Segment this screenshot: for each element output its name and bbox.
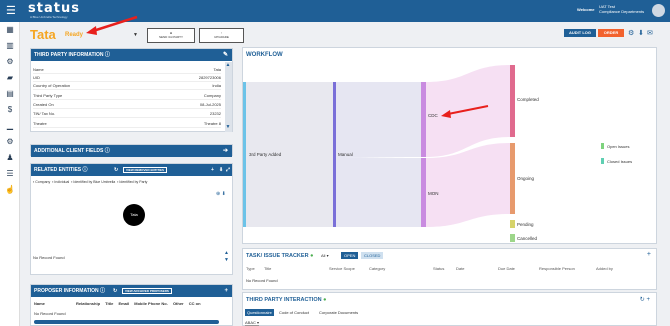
- flow-manual-cdc: [336, 82, 421, 158]
- scroll-down-icon[interactable]: ▼: [225, 125, 231, 130]
- additional-fields-header[interactable]: ADDITIONAL CLIENT FIELDS ⓘ ➔: [31, 145, 232, 157]
- info-row: TIN/ Tax No. 23232: [33, 111, 221, 118]
- column-header: Title: [264, 266, 272, 271]
- empty-message: No Record Found: [246, 278, 278, 283]
- scrollbar[interactable]: [225, 62, 232, 132]
- expand-icon[interactable]: ⤢: [226, 164, 230, 176]
- legend-open-issues-swatch: [601, 143, 604, 149]
- status-annotation-arrow: [92, 15, 138, 33]
- label-cancelled: Cancelled: [517, 236, 538, 241]
- scroll-up-icon[interactable]: ▲: [225, 63, 231, 68]
- workflow-panel: WORKFLOW 3rd Party Added Manual CDC MON …: [242, 47, 657, 244]
- chevron-down-icon[interactable]: ▼: [224, 257, 229, 263]
- add-task-icon[interactable]: +: [647, 251, 651, 258]
- label-completed: Completed: [517, 97, 539, 102]
- node-third-party-added[interactable]: [243, 82, 246, 227]
- tab-code-of-conduct[interactable]: Code of Conduct: [279, 309, 309, 316]
- add-icon[interactable]: +: [224, 285, 228, 297]
- column-header: Due Date: [498, 266, 515, 271]
- interaction-panel: THIRD PARTY INTERACTION ● ↻ + Questionna…: [242, 292, 657, 326]
- workflow-title: WORKFLOW: [246, 52, 283, 58]
- info-icon: ●: [323, 297, 327, 303]
- closed-tab[interactable]: CLOSED: [361, 252, 384, 259]
- column-header: Status: [433, 266, 445, 271]
- label-ongoing: Ongoing: [517, 176, 535, 181]
- zoom-icon[interactable]: ⊕ ⬇: [216, 191, 226, 197]
- expand-icon[interactable]: ➔: [223, 145, 228, 157]
- edit-icon[interactable]: ✎: [223, 49, 228, 61]
- status-arrowhead: [86, 26, 97, 35]
- node-cancelled[interactable]: [510, 234, 515, 242]
- add-icon[interactable]: +: [211, 164, 214, 176]
- additional-fields-panel[interactable]: ADDITIONAL CLIENT FIELDS ⓘ ➔: [30, 144, 233, 157]
- task-tracker-panel: TASK/ ISSUE TRACKER ● All ▾ OPEN CLOSED …: [242, 248, 657, 290]
- refresh-icon[interactable]: ↻: [114, 164, 118, 176]
- column-header: Date: [456, 266, 465, 271]
- interaction-title: THIRD PARTY INTERACTION ●: [246, 297, 327, 303]
- horizontal-scrollbar[interactable]: [34, 320, 219, 324]
- questionnaire-select[interactable]: ABAC ▾: [245, 320, 260, 326]
- label-manual: Manual: [338, 152, 353, 157]
- task-filter-select[interactable]: All ▾: [321, 253, 329, 258]
- info-row: Third Party Type Company: [33, 93, 221, 100]
- view-archived-proposers-button[interactable]: VIEW ARCHIVED PROPOSERS: [122, 288, 172, 294]
- proposer-info-title: PROPOSER INFORMATION: [34, 288, 99, 294]
- third-party-info-panel: THIRD PARTY INFORMATION ⓘ ✎ Name Tata UID…: [30, 48, 233, 132]
- node-manual[interactable]: [333, 82, 336, 227]
- related-entities-header: RELATED ENTITIES ⓘ ↻ VIEW REMOVED ENTITI…: [31, 164, 232, 176]
- legend-open-issues: Open Issues: [607, 144, 629, 149]
- info-row: Created On 08-Jul-2025: [33, 102, 221, 109]
- third-party-info-header: THIRD PARTY INFORMATION ⓘ ✎: [31, 49, 232, 61]
- node-pending[interactable]: [510, 220, 515, 228]
- task-tracker-title: TASK/ ISSUE TRACKER ●: [246, 253, 314, 259]
- label-third-party-added: 3rd Party Added: [249, 152, 282, 157]
- info-row: UID 2829723006: [33, 75, 221, 82]
- legend-closed-issues: Closed Issues: [607, 159, 632, 164]
- column-header: Type: [246, 266, 255, 271]
- proposer-info-panel: PROPOSER INFORMATION ⓘ ↻ VIEW ARCHIVED P…: [30, 284, 233, 326]
- column-header: Service Scope: [329, 266, 355, 271]
- label-cdc: CDC: [428, 113, 438, 118]
- related-entities-panel: RELATED ENTITIES ⓘ ↻ VIEW REMOVED ENTITI…: [30, 163, 233, 275]
- column-header: Category: [369, 266, 386, 271]
- related-entities-title: RELATED ENTITIES: [34, 167, 82, 173]
- additional-fields-title: ADDITIONAL CLIENT FIELDS: [34, 148, 104, 154]
- node-cdc[interactable]: [421, 82, 426, 157]
- column-header: Added by: [596, 266, 613, 271]
- label-mon: MON: [428, 191, 439, 196]
- workflow-sankey: 3rd Party Added Manual CDC MON Completed…: [243, 65, 632, 242]
- tab-corporate-documents[interactable]: Corporate Documents: [319, 309, 358, 316]
- refresh-icon[interactable]: ↻ +: [640, 296, 650, 303]
- empty-message: No Record Found: [33, 255, 65, 260]
- flow-manual-mon: [336, 158, 421, 227]
- node-mon[interactable]: [421, 158, 426, 227]
- view-removed-entities-button[interactable]: VIEW REMOVED ENTITIES: [123, 167, 168, 173]
- node-completed[interactable]: [510, 65, 515, 137]
- proposer-info-header: PROPOSER INFORMATION ⓘ ↻ VIEW ARCHIVED P…: [31, 285, 232, 297]
- chevron-up-icon[interactable]: ▲: [224, 250, 229, 256]
- refresh-icon[interactable]: ↻: [113, 285, 117, 297]
- column-header: Responsible Person: [539, 266, 575, 271]
- info-row: Theatre Theatre 8: [33, 121, 221, 128]
- empty-message: No Record Found: [34, 311, 66, 316]
- graph-node[interactable]: Tata: [123, 204, 145, 226]
- legend-closed-issues-swatch: [601, 158, 604, 164]
- entity-legend: ▪ Company ▪ Individual ▪ Identified by B…: [33, 180, 148, 184]
- download-icon[interactable]: ⬇: [219, 164, 223, 176]
- node-ongoing[interactable]: [510, 143, 515, 214]
- tab-questionnaire[interactable]: Questionnaire: [245, 309, 274, 316]
- open-tab[interactable]: OPEN: [341, 252, 359, 259]
- info-row: Name Tata: [33, 67, 221, 74]
- proposer-table-header: Name Relationship Title Email Mobile Pho…: [34, 301, 201, 306]
- info-icon: ●: [310, 253, 314, 259]
- info-row: Country of Operation India: [33, 83, 221, 90]
- third-party-info-title: THIRD PARTY INFORMATION: [34, 52, 104, 58]
- label-pending: Pending: [517, 222, 534, 227]
